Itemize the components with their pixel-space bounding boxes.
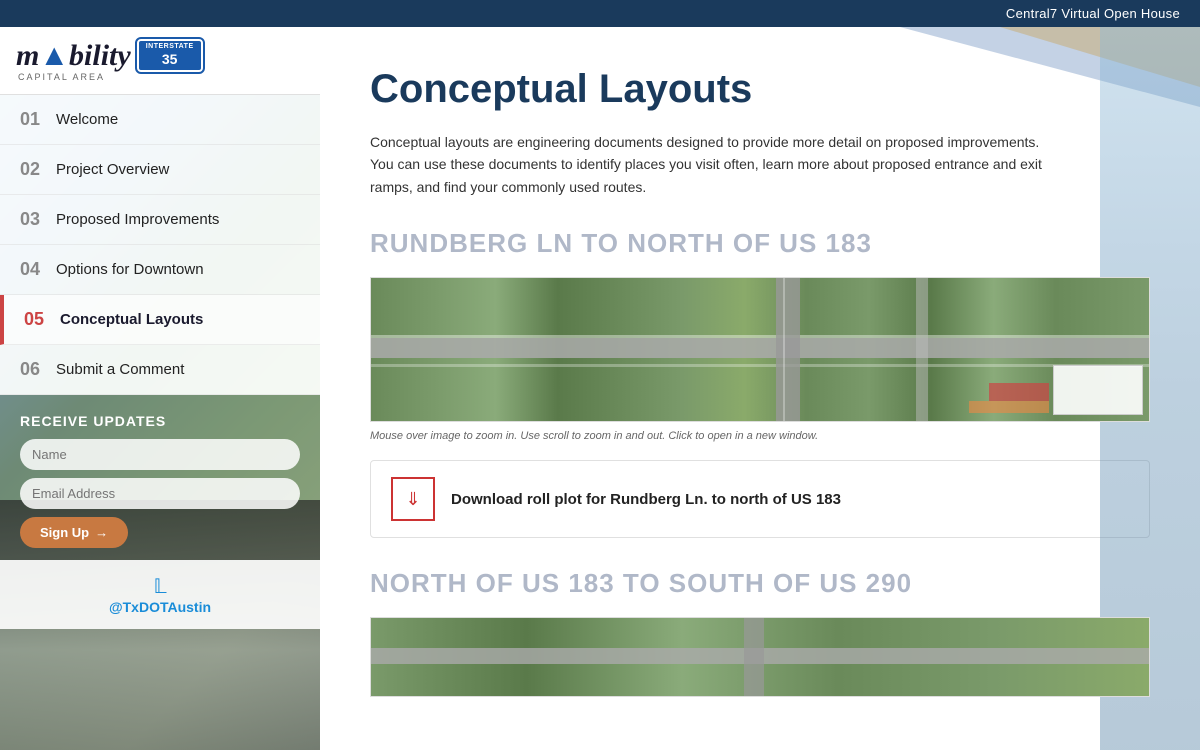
nav-num-3: 03: [20, 209, 56, 230]
nav-label-3: Proposed Improvements: [56, 211, 219, 228]
nav-num-5: 05: [24, 309, 60, 330]
sidebar-item-options-downtown[interactable]: 04 Options for Downtown: [0, 245, 320, 295]
download-icon: ⇓: [391, 477, 435, 521]
nav-label-5: Conceptual Layouts: [60, 311, 203, 328]
sidebar-item-project-overview[interactable]: 02 Project Overview: [0, 145, 320, 195]
sign-up-arrow: →: [95, 525, 108, 540]
map-caption-1: Mouse over image to zoom in. Use scroll …: [370, 430, 1150, 442]
i35-badge: INTERSTATE 35: [137, 39, 203, 72]
twitter-handle: @TxDOTAustin: [20, 599, 300, 615]
logo-subtitle: CAPITAL AREA: [18, 72, 203, 82]
name-input[interactable]: [20, 439, 300, 470]
nav-label-4: Options for Downtown: [56, 261, 204, 278]
nav-label-2: Project Overview: [56, 161, 169, 178]
nav-num-2: 02: [20, 159, 56, 180]
sidebar: m▲bility INTERSTATE 35 CAPITAL AREA 01 W…: [0, 27, 320, 750]
sign-up-label: Sign Up: [40, 525, 89, 540]
page-title: Conceptual Layouts: [370, 67, 1150, 111]
nav-num-6: 06: [20, 359, 56, 380]
sign-up-button[interactable]: Sign Up →: [20, 517, 128, 548]
nav-num-4: 04: [20, 259, 56, 280]
logo: m▲bility INTERSTATE 35 CAPITAL AREA: [16, 39, 203, 82]
download-box-1[interactable]: ⇓ Download roll plot for Rundberg Ln. to…: [370, 460, 1150, 538]
top-bar-title: Central7 Virtual Open House: [1006, 6, 1180, 21]
logo-wordmark: m▲bility: [16, 41, 131, 71]
nav-label-1: Welcome: [56, 111, 118, 128]
top-bar: Central7 Virtual Open House: [0, 0, 1200, 27]
download-label-1: Download roll plot for Rundberg Ln. to n…: [451, 491, 841, 508]
email-input[interactable]: [20, 478, 300, 509]
aerial-map: [371, 278, 1149, 421]
map-image-us183[interactable]: [370, 617, 1150, 697]
map-image-rundberg[interactable]: [370, 277, 1150, 422]
sidebar-header: m▲bility INTERSTATE 35 CAPITAL AREA: [0, 27, 320, 95]
download-arrow-icon: ⇓: [405, 489, 420, 510]
nav-label-6: Submit a Comment: [56, 361, 184, 378]
main-layout: m▲bility INTERSTATE 35 CAPITAL AREA 01 W…: [0, 27, 1200, 750]
sidebar-item-welcome[interactable]: 01 Welcome: [0, 95, 320, 145]
sidebar-nav: 01 Welcome 02 Project Overview 03 Propos…: [0, 95, 320, 395]
section-heading-1: RUNDBERG LN TO NORTH OF US 183: [370, 228, 1150, 259]
twitter-icon: 𝕃: [20, 574, 300, 599]
sidebar-item-conceptual-layouts[interactable]: 05 Conceptual Layouts: [0, 295, 320, 345]
updates-section: RECEIVE UPDATES Sign Up →: [0, 395, 320, 560]
sidebar-item-proposed-improvements[interactable]: 03 Proposed Improvements: [0, 195, 320, 245]
main-content: Conceptual Layouts Conceptual layouts ar…: [320, 27, 1200, 750]
twitter-section[interactable]: 𝕃 @TxDOTAustin: [0, 560, 320, 629]
nav-num-1: 01: [20, 109, 56, 130]
page-description: Conceptual layouts are engineering docum…: [370, 131, 1050, 198]
sidebar-item-submit-comment[interactable]: 06 Submit a Comment: [0, 345, 320, 395]
updates-title: RECEIVE UPDATES: [20, 413, 300, 429]
sidebar-bg: 01 Welcome 02 Project Overview 03 Propos…: [0, 95, 320, 750]
section-heading-2: NORTH OF US 183 TO SOUTH OF US 290: [370, 568, 1150, 599]
